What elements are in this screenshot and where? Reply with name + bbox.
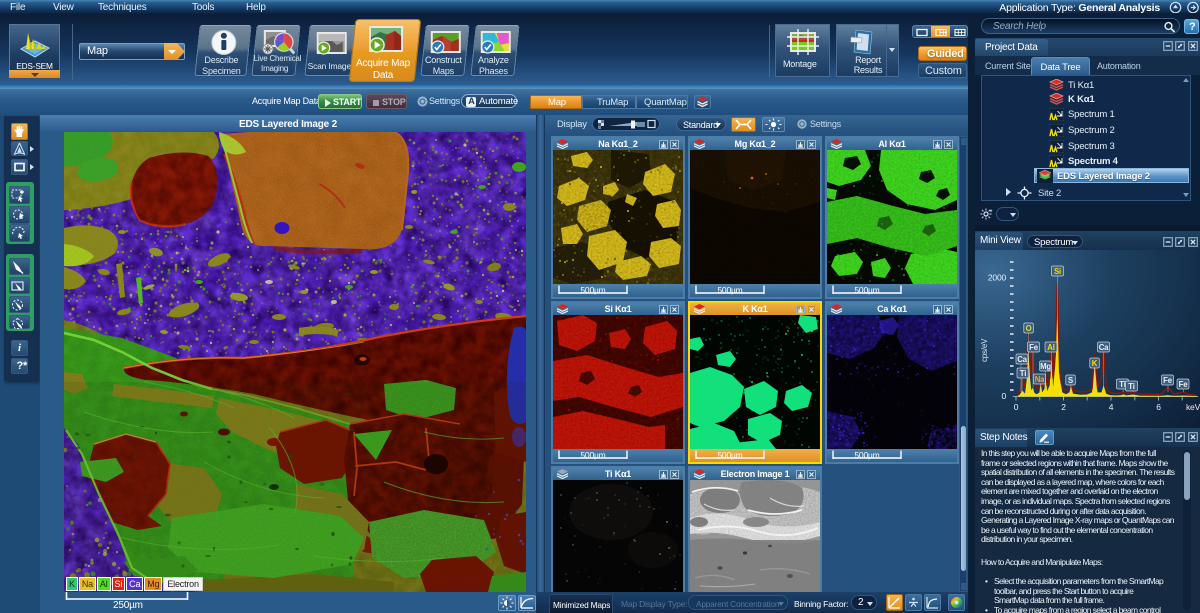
- svg-text:Ti: Ti: [1020, 369, 1026, 378]
- svg-text:Ti: Ti: [1119, 380, 1125, 389]
- svg-text:0: 0: [1014, 402, 1019, 412]
- svg-text:S: S: [1068, 376, 1073, 385]
- svg-text:Fe: Fe: [1163, 376, 1173, 385]
- svg-text:6: 6: [1156, 402, 1161, 412]
- svg-text:Fe: Fe: [1179, 380, 1189, 389]
- svg-text:4: 4: [1109, 402, 1114, 412]
- svg-text:0: 0: [1001, 391, 1006, 401]
- svg-text:K: K: [1092, 359, 1098, 368]
- svg-text:2: 2: [1061, 402, 1066, 412]
- svg-text:Na: Na: [1035, 375, 1045, 384]
- svg-text:Si: Si: [1054, 267, 1061, 276]
- svg-text:Fe: Fe: [1029, 343, 1039, 352]
- svg-text:Ca: Ca: [1017, 355, 1027, 364]
- svg-text:Ca: Ca: [1099, 343, 1109, 352]
- svg-text:O: O: [1026, 324, 1032, 333]
- svg-text:keV: keV: [1186, 402, 1200, 412]
- svg-text:Mg: Mg: [1040, 362, 1051, 371]
- svg-text:Al: Al: [1047, 343, 1054, 352]
- svg-text:2000: 2000: [988, 273, 1007, 283]
- svg-text:Ti: Ti: [1128, 382, 1134, 391]
- svg-text:cps/eV: cps/eV: [980, 338, 989, 362]
